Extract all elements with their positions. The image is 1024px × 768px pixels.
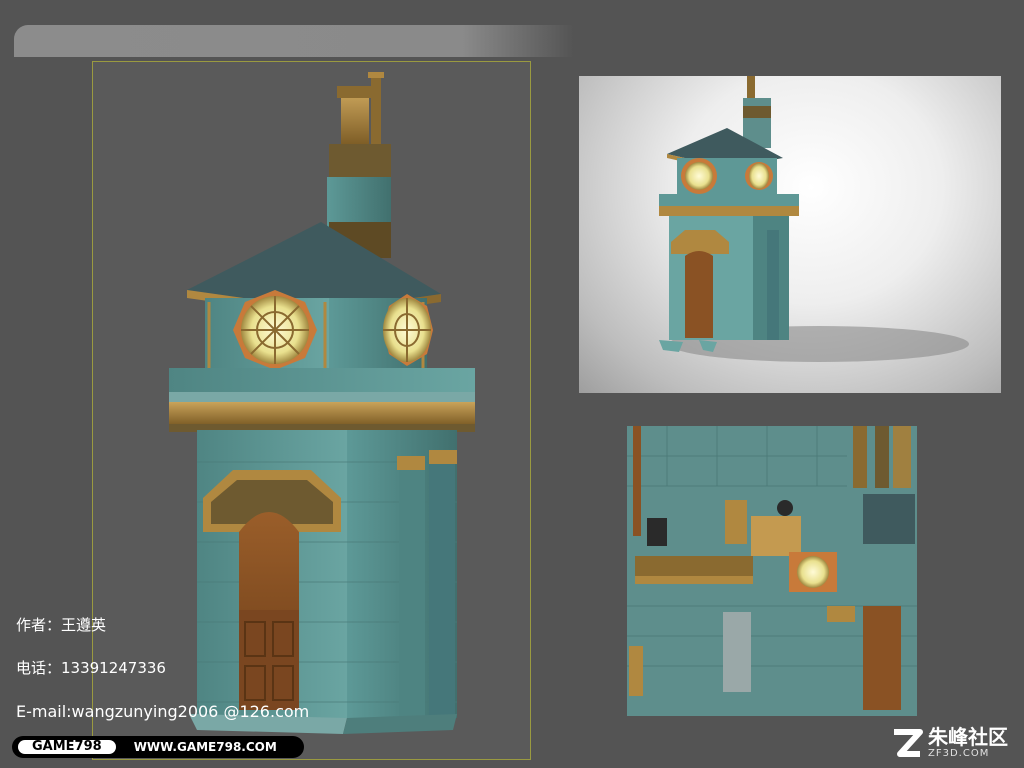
phone-label: 电话：13391247336 [16,659,166,677]
texture-atlas [627,426,917,716]
main-model-view [92,61,531,760]
clock-tower-render [659,76,969,362]
footer-url[interactable]: WWW.GAME798.COM [134,740,277,754]
clock-tower-illustration [169,72,475,734]
title-bar [14,25,574,57]
author-label: 作者：王遵英 [16,616,107,634]
render-preview [579,76,1001,393]
zf3d-logo-icon [894,729,923,757]
zf3d-watermark: 朱峰社区 ZF3D.COM [890,722,1020,764]
email-label: E-mail:wangzunying2006 @126.com [16,702,310,721]
footer-brand: GAME798 [18,740,116,754]
footer-bar: GAME798 WWW.GAME798.COM [12,736,304,758]
watermark-english: ZF3D.COM [928,748,990,759]
watermark-chinese: 朱峰社区 [928,725,1008,749]
texture-atlas-image [627,426,917,716]
